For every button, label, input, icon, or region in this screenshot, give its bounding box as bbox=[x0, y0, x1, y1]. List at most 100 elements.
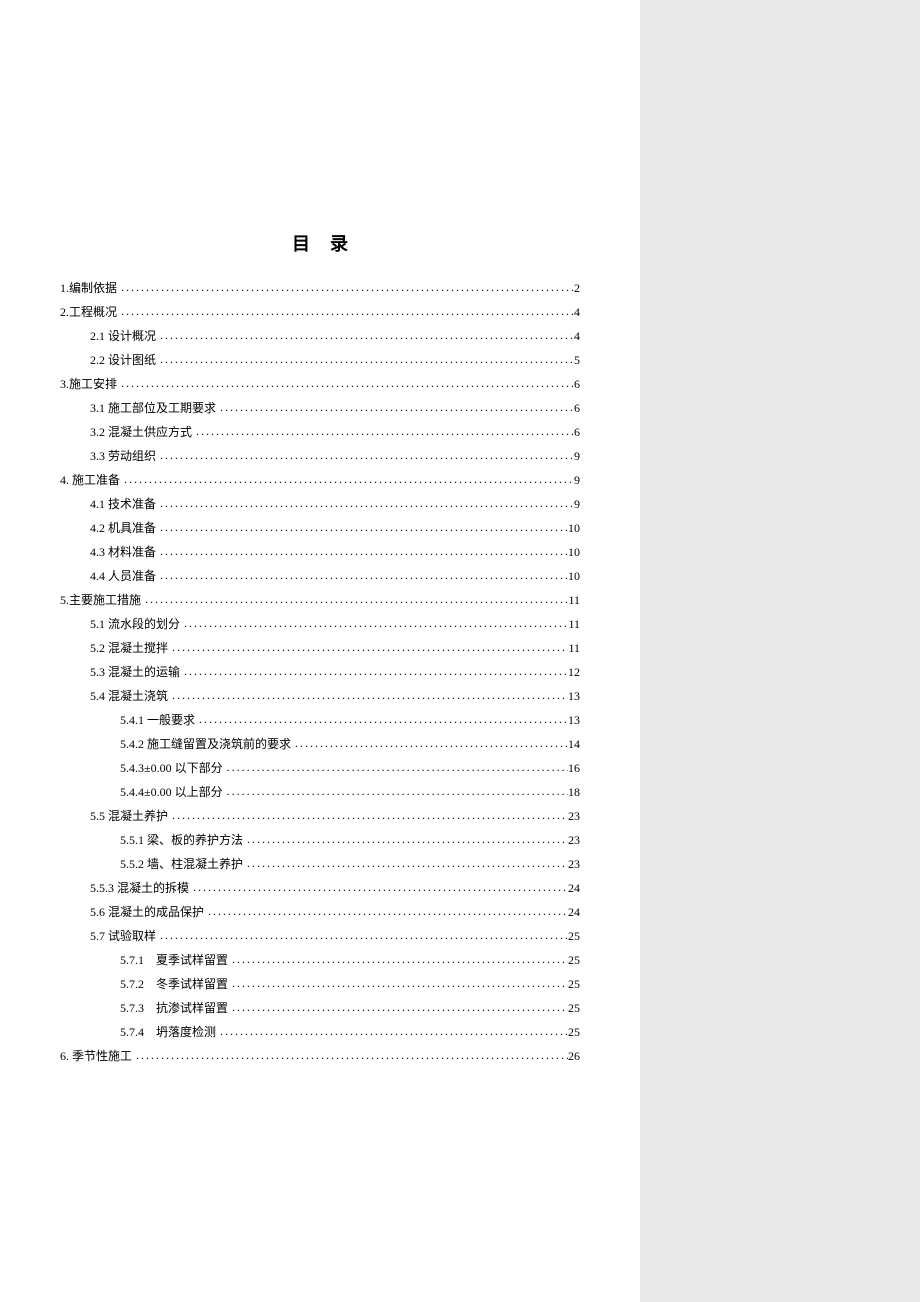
toc-leader-dots bbox=[168, 635, 568, 659]
toc-entry-page: 5 bbox=[574, 348, 580, 372]
toc-entry: 5.7.2 冬季试样留置 25 bbox=[60, 972, 580, 996]
toc-entry-page: 4 bbox=[574, 324, 580, 348]
toc-entry-label: 5.4.2 施工缝留置及浇筑前的要求 bbox=[120, 732, 291, 756]
toc-entry-page: 10 bbox=[568, 540, 580, 564]
toc-entry-page: 9 bbox=[574, 468, 580, 492]
toc-entry-label: 2.2 设计图纸 bbox=[90, 348, 156, 372]
toc-entry: 5.7.1 夏季试样留置 25 bbox=[60, 948, 580, 972]
toc-entry-label: 3.2 混凝土供应方式 bbox=[90, 420, 192, 444]
toc-entry-label: 4.3 材料准备 bbox=[90, 540, 156, 564]
toc-entry-label: 5.5 混凝土养护 bbox=[90, 804, 168, 828]
toc-leader-dots bbox=[168, 803, 568, 827]
toc-leader-dots bbox=[156, 491, 574, 515]
toc-entry: 5.7.4 坍落度检测 25 bbox=[60, 1020, 580, 1044]
toc-entry-label: 1.编制依据 bbox=[60, 276, 117, 300]
toc-entry-page: 11 bbox=[568, 588, 580, 612]
toc-entry: 3.3 劳动组织 9 bbox=[60, 444, 580, 468]
toc-entry-label: 5.4 混凝土浇筑 bbox=[90, 684, 168, 708]
toc-leader-dots bbox=[156, 347, 574, 371]
toc-leader-dots bbox=[216, 395, 574, 419]
toc-entry: 2.1 设计概况 4 bbox=[60, 324, 580, 348]
toc-leader-dots bbox=[243, 827, 568, 851]
toc-leader-dots bbox=[291, 731, 568, 755]
toc-entry-label: 5.4.1 一般要求 bbox=[120, 708, 195, 732]
toc-entry-label: 5.6 混凝土的成品保护 bbox=[90, 900, 204, 924]
toc-entry-label: 4. 施工准备 bbox=[60, 468, 120, 492]
toc-entry-page: 9 bbox=[574, 492, 580, 516]
toc-entry: 5.2 混凝土搅拌 11 bbox=[60, 636, 580, 660]
toc-leader-dots bbox=[156, 923, 568, 947]
toc-entry: 5.7 试验取样 25 bbox=[60, 924, 580, 948]
toc-entry-page: 24 bbox=[568, 876, 580, 900]
toc-title: 目录 bbox=[60, 230, 580, 256]
toc-entry: 2.2 设计图纸 5 bbox=[60, 348, 580, 372]
toc-entry-page: 4 bbox=[574, 300, 580, 324]
toc-entry: 5.3 混凝土的运输 12 bbox=[60, 660, 580, 684]
toc-entry-page: 11 bbox=[568, 612, 580, 636]
toc-entry-label: 6. 季节性施工 bbox=[60, 1044, 132, 1068]
toc-leader-dots bbox=[117, 275, 574, 299]
toc-entry-label: 2.1 设计概况 bbox=[90, 324, 156, 348]
toc-entry-label: 5.3 混凝土的运输 bbox=[90, 660, 180, 684]
toc-entry: 4.3 材料准备 10 bbox=[60, 540, 580, 564]
toc-entry-page: 25 bbox=[568, 924, 580, 948]
toc-entry-label: 3.3 劳动组织 bbox=[90, 444, 156, 468]
toc-entry: 5.6 混凝土的成品保护 24 bbox=[60, 900, 580, 924]
toc-entry: 5.7.3 抗渗试样留置 25 bbox=[60, 996, 580, 1020]
toc-entry: 5.5.1 梁、板的养护方法23 bbox=[60, 828, 580, 852]
toc-leader-dots bbox=[117, 371, 574, 395]
toc-entry-page: 11 bbox=[568, 636, 580, 660]
toc-leader-dots bbox=[223, 755, 568, 779]
toc-entry-label: 5.7.3 抗渗试样留置 bbox=[120, 996, 228, 1020]
toc-entry-page: 10 bbox=[568, 564, 580, 588]
document-page: 目录 1.编制依据 22.工程概况 42.1 设计概况 42.2 设计图纸 53… bbox=[0, 0, 640, 1302]
toc-entry-label: 5.2 混凝土搅拌 bbox=[90, 636, 168, 660]
toc-leader-dots bbox=[228, 971, 568, 995]
toc-entry-label: 5.4.3±0.00 以下部分 bbox=[120, 756, 223, 780]
toc-entry-label: 3.1 施工部位及工期要求 bbox=[90, 396, 216, 420]
toc-leader-dots bbox=[180, 611, 568, 635]
toc-entry: 5.4.1 一般要求 13 bbox=[60, 708, 580, 732]
toc-entry-page: 6 bbox=[574, 396, 580, 420]
toc-leader-dots bbox=[223, 779, 568, 803]
toc-entry: 5.4 混凝土浇筑 13 bbox=[60, 684, 580, 708]
toc-entry-label: 5.7.2 冬季试样留置 bbox=[120, 972, 228, 996]
toc-entry-page: 25 bbox=[568, 972, 580, 996]
toc-entry: 4. 施工准备 9 bbox=[60, 468, 580, 492]
toc-entry-page: 25 bbox=[568, 948, 580, 972]
toc-entry: 4.2 机具准备 10 bbox=[60, 516, 580, 540]
toc-entry-label: 3.施工安排 bbox=[60, 372, 117, 396]
toc-leader-dots bbox=[168, 683, 568, 707]
toc-leader-dots bbox=[156, 323, 574, 347]
toc-entry-page: 18 bbox=[568, 780, 580, 804]
toc-leader-dots bbox=[120, 467, 574, 491]
toc-entry-page: 13 bbox=[568, 708, 580, 732]
toc-entry: 1.编制依据 2 bbox=[60, 276, 580, 300]
toc-leader-dots bbox=[192, 419, 574, 443]
background-sidebar bbox=[640, 0, 920, 1302]
toc-entry-page: 12 bbox=[568, 660, 580, 684]
toc-entry-page: 2 bbox=[574, 276, 580, 300]
toc-entry-label: 5.7.4 坍落度检测 bbox=[120, 1020, 216, 1044]
toc-leader-dots bbox=[204, 899, 568, 923]
toc-leader-dots bbox=[156, 443, 574, 467]
toc-container: 1.编制依据 22.工程概况 42.1 设计概况 42.2 设计图纸 53.施工… bbox=[60, 276, 580, 1068]
toc-leader-dots bbox=[243, 851, 568, 875]
toc-entry-label: 5.主要施工措施 bbox=[60, 588, 141, 612]
toc-entry: 2.工程概况 4 bbox=[60, 300, 580, 324]
toc-entry-page: 14 bbox=[568, 732, 580, 756]
toc-entry-label: 5.7 试验取样 bbox=[90, 924, 156, 948]
toc-entry: 4.4 人员准备 10 bbox=[60, 564, 580, 588]
toc-leader-dots bbox=[141, 587, 568, 611]
toc-leader-dots bbox=[117, 299, 574, 323]
toc-leader-dots bbox=[132, 1043, 568, 1067]
toc-entry-label: 4.4 人员准备 bbox=[90, 564, 156, 588]
toc-entry-label: 4.1 技术准备 bbox=[90, 492, 156, 516]
toc-entry: 5.主要施工措施 11 bbox=[60, 588, 580, 612]
toc-leader-dots bbox=[180, 659, 568, 683]
toc-entry: 6. 季节性施工 26 bbox=[60, 1044, 580, 1068]
toc-entry: 5.4.2 施工缝留置及浇筑前的要求 14 bbox=[60, 732, 580, 756]
toc-entry: 5.1 流水段的划分 11 bbox=[60, 612, 580, 636]
toc-entry-page: 23 bbox=[568, 804, 580, 828]
toc-entry-page: 13 bbox=[568, 684, 580, 708]
